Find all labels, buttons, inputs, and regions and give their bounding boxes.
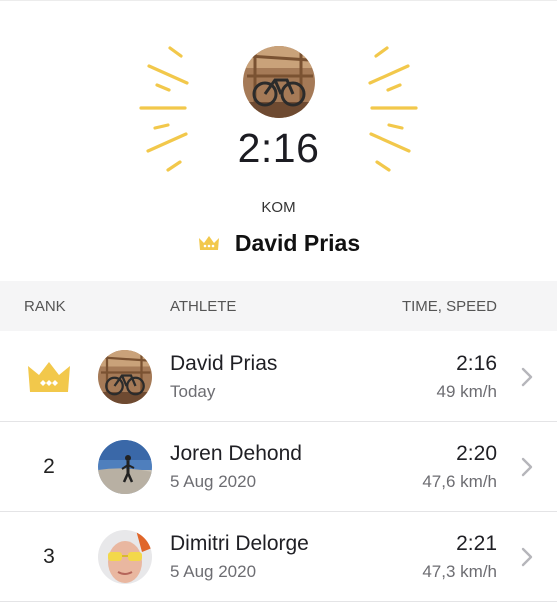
athlete-name: Dimitri Delorge bbox=[170, 532, 309, 555]
effort-speed: 47,3 km/h bbox=[422, 562, 497, 581]
rank-crown bbox=[26, 332, 72, 421]
effort-speed: 49 km/h bbox=[436, 382, 497, 401]
crown-icon bbox=[28, 361, 70, 392]
kom-holder[interactable]: David Prias bbox=[0, 229, 557, 257]
athlete-name: Joren Dehond bbox=[170, 442, 302, 465]
chevron-right-icon[interactable] bbox=[521, 457, 533, 477]
beach-photo-icon bbox=[98, 440, 152, 494]
segment-title-label: KOM bbox=[261, 199, 296, 216]
bike-photo-icon bbox=[98, 350, 152, 404]
effort-time: 2:20 bbox=[456, 442, 497, 465]
leaderboard-row-2[interactable]: 2 Joren Dehond 5 Aug 2020 2:20 47,6 km/h bbox=[0, 422, 557, 512]
leaderboard-header: RANK ATHLETE TIME, SPEED bbox=[0, 281, 557, 331]
athlete-avatar bbox=[98, 530, 152, 584]
kom-holder-name: David Prias bbox=[234, 229, 361, 256]
column-athlete: ATHLETE bbox=[170, 298, 237, 315]
segment-hero: 2:16 KOM David Prias bbox=[0, 0, 557, 280]
effort-time: 2:16 bbox=[456, 352, 497, 375]
effort-speed: 47,6 km/h bbox=[422, 472, 497, 491]
effort-date: 5 Aug 2020 bbox=[170, 472, 257, 491]
athlete-avatar bbox=[98, 350, 152, 404]
athlete-avatar bbox=[98, 440, 152, 494]
segment-best-time: 2:16 bbox=[237, 125, 320, 171]
effort-date: 5 Aug 2020 bbox=[170, 562, 257, 581]
athlete-name: David Prias bbox=[170, 352, 278, 375]
crown-icon bbox=[198, 236, 219, 250]
hero-athlete-avatar[interactable] bbox=[243, 46, 315, 118]
column-time-speed: TIME, SPEED bbox=[401, 298, 497, 315]
leaderboard-row-1[interactable]: David Prias Today 2:16 49 km/h bbox=[0, 332, 557, 422]
leaderboard-row-3[interactable]: 3 Dimitri Delorge 5 Aug 2020 2:21 47,3 k… bbox=[0, 512, 557, 602]
chevron-right-icon[interactable] bbox=[521, 367, 533, 387]
column-rank: RANK bbox=[24, 298, 66, 315]
rank-number: 3 bbox=[43, 544, 55, 568]
rank-number: 2 bbox=[43, 454, 55, 478]
effort-time: 2:21 bbox=[456, 532, 497, 555]
bike-photo-icon bbox=[243, 46, 315, 118]
chevron-right-icon[interactable] bbox=[521, 547, 533, 567]
glasses-photo-icon bbox=[98, 530, 152, 584]
effort-date: Today bbox=[170, 382, 216, 401]
